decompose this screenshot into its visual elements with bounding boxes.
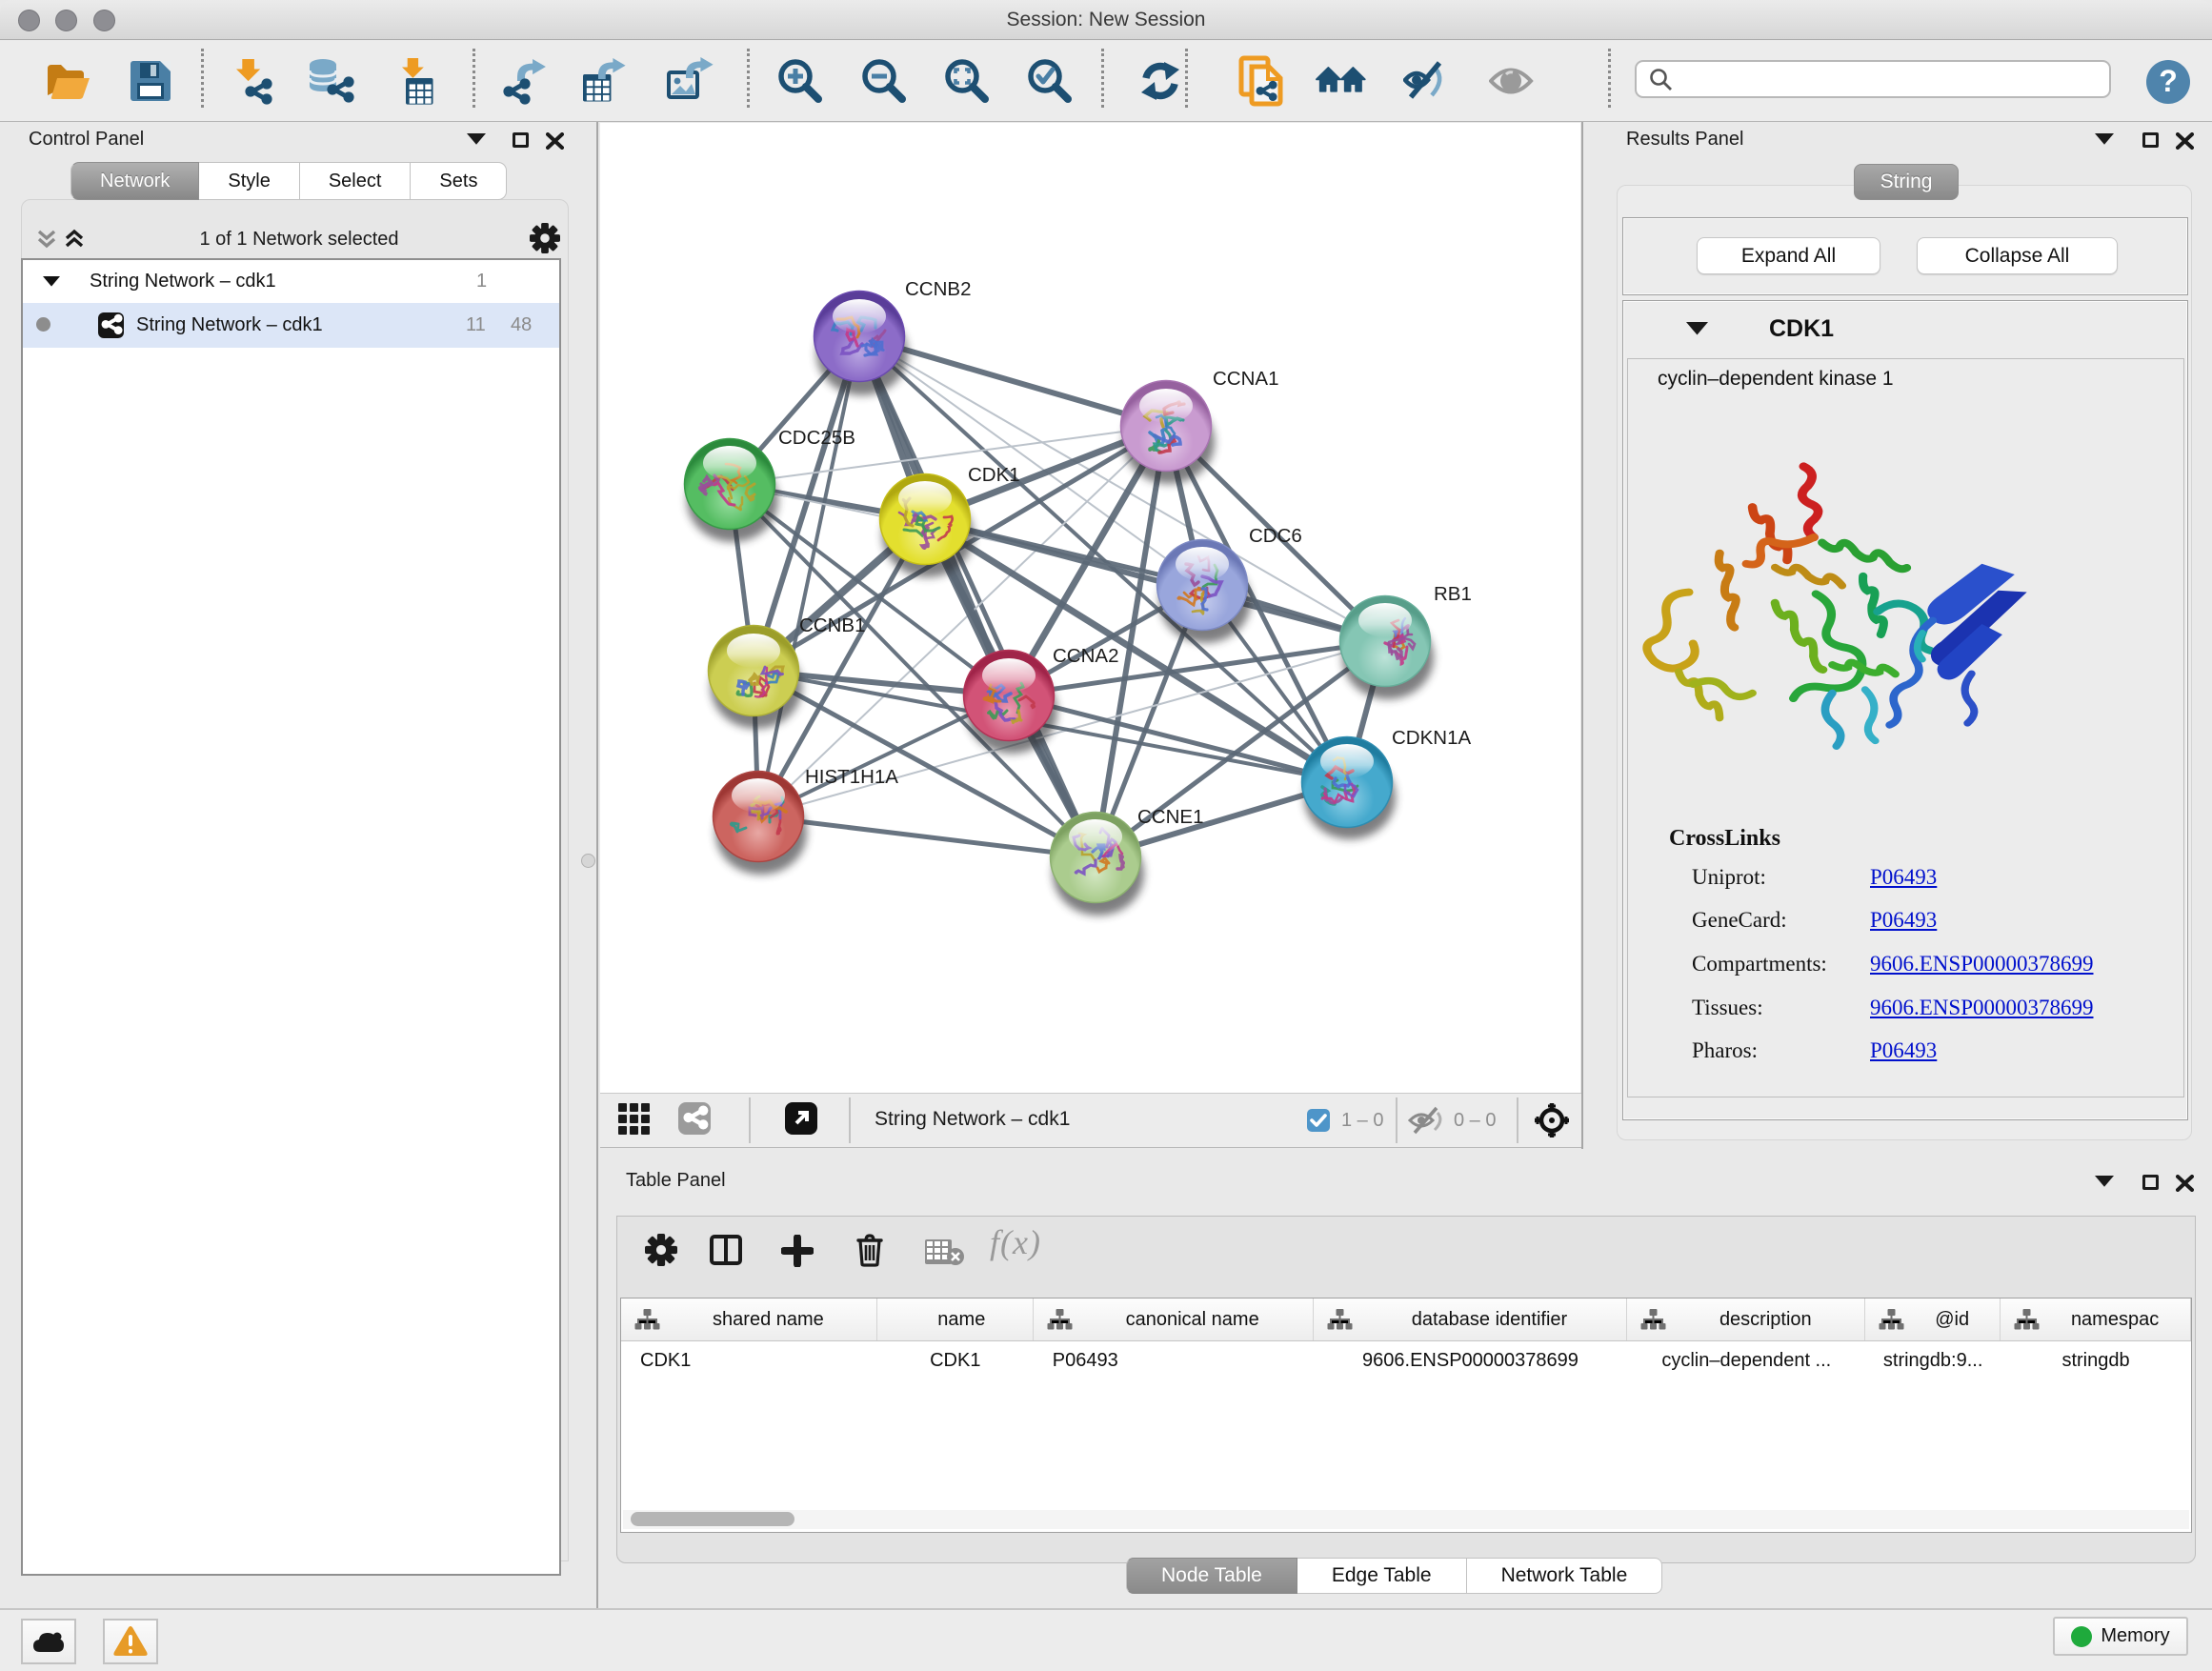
svg-text:CCNA1: CCNA1 [1213,368,1279,390]
svg-text:CDC6: CDC6 [1249,525,1302,547]
svg-text:HIST1H1A: HIST1H1A [805,766,898,788]
svg-text:?: ? [2159,64,2178,98]
svg-text:CDK1: CDK1 [968,464,1020,486]
svg-text:RB1: RB1 [1434,583,1472,605]
svg-text:CCNB1: CCNB1 [799,614,866,636]
svg-text:CDKN1A: CDKN1A [1392,727,1471,749]
svg-text:CCNB2: CCNB2 [905,278,972,300]
svg-text:CCNE1: CCNE1 [1137,806,1204,828]
svg-text:CCNA2: CCNA2 [1053,645,1119,667]
svg-text:CDC25B: CDC25B [778,427,855,449]
